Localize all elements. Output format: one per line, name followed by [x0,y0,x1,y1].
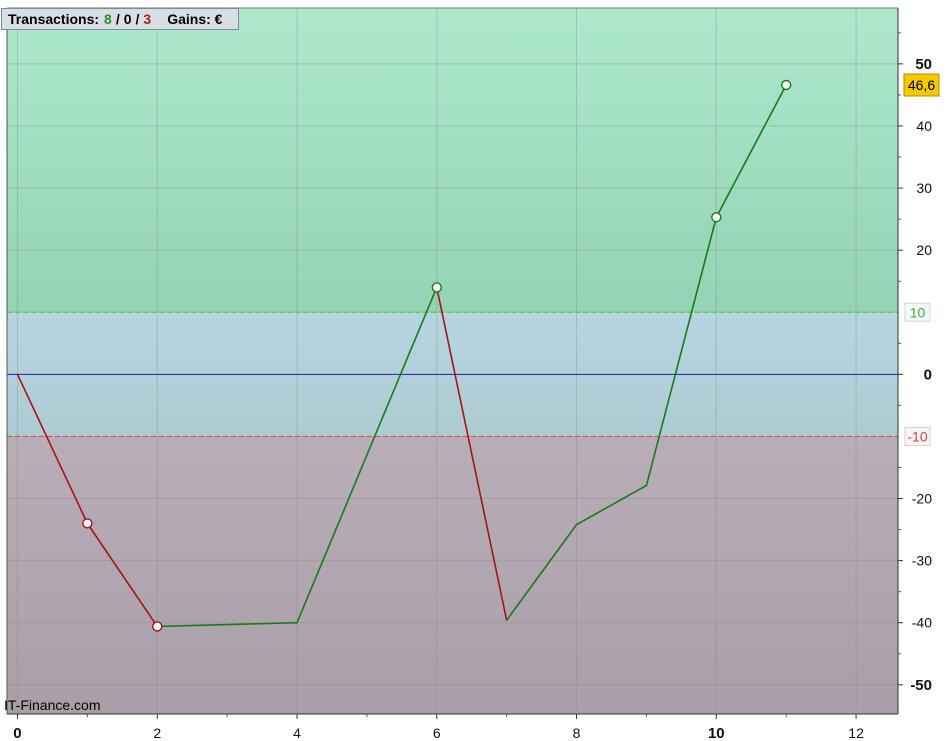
x-tick-label: 4 [293,725,301,741]
y-tick-label: 0 [924,366,932,383]
transactions-summary: Transactions: 8 / 0 / 3 Gains: € [1,8,239,30]
trade-marker [780,79,792,91]
x-tick-label: 12 [848,725,864,741]
y-tick-label: 50 [915,56,932,73]
y-tick-label: 30 [916,180,932,196]
x-tick-label: 10 [708,725,725,741]
y-tick-label: -20 [912,491,932,507]
y-tick-label: 20 [916,242,932,258]
losses-count: 3 [143,11,152,27]
watermark: IT-Finance.com [4,697,101,713]
wins-count: 8 [104,11,112,27]
x-axis-ticks: 0 2 4 6 8 10 12 [13,714,864,741]
count-separator-2: / [135,11,140,27]
trade-marker [711,212,722,223]
upper-zone [7,8,898,313]
chart: 504030200-20-30-40-50 0 2 4 6 8 10 12 10-1046,… [6,7,940,741]
neutral-count: 0 [123,11,132,27]
current-value-label: 46,6 [908,77,935,93]
trade-marker [152,621,163,632]
count-separator-1: / [115,11,120,27]
lower-zone [7,436,898,714]
transactions-label: Transactions: [8,11,100,27]
y-tick-label: -50 [910,677,932,694]
x-tick-label: 8 [573,725,581,741]
trade-marker [82,518,93,529]
x-tick-label: 2 [153,725,161,741]
trade-marker [431,282,442,293]
y-tick-label: -30 [912,553,932,569]
x-tick-label: 6 [433,725,441,741]
x-tick-label: 0 [13,725,21,741]
y-axis-ticks: 50 40 30 20 0 -20 -30 -40 -50 [898,32,932,694]
upper-threshold-tag-label: 10 [910,304,926,320]
gains-label: Gains: € [167,11,223,27]
y-tick-label: 40 [916,118,932,134]
y-tick-label: -40 [912,615,932,631]
lower-threshold-tag-label: -10 [907,428,927,444]
